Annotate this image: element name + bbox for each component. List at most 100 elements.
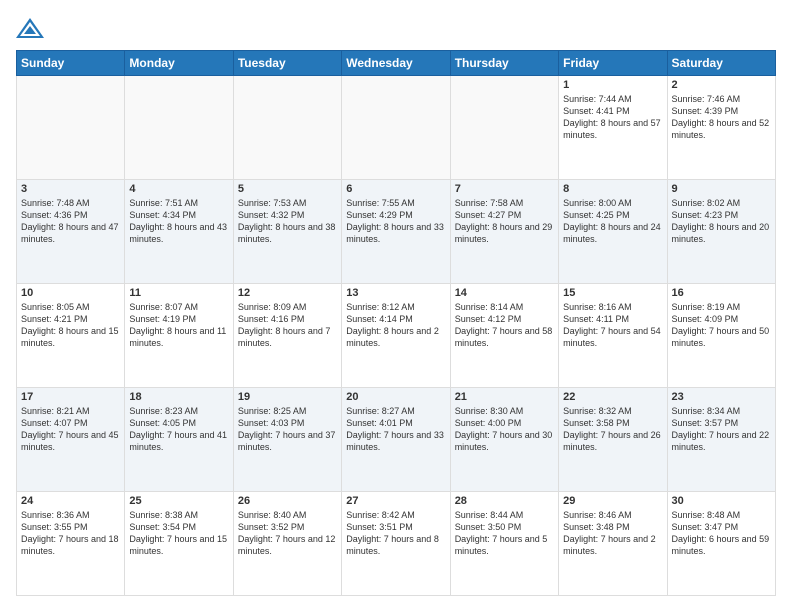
day-number: 16: [672, 287, 771, 299]
calendar-week-row: 24 Sunrise: 8:36 AMSunset: 3:55 PMDayligh…: [17, 492, 776, 596]
calendar-cell: 29 Sunrise: 8:46 AMSunset: 3:48 PMDayligh…: [559, 492, 667, 596]
day-number: 30: [672, 495, 771, 507]
day-number: 4: [129, 183, 228, 195]
calendar-cell: 6 Sunrise: 7:55 AMSunset: 4:29 PMDaylight…: [342, 180, 450, 284]
day-info: Sunrise: 8:38 AMSunset: 3:54 PMDaylight:…: [129, 509, 228, 558]
calendar-cell: 11Sunrise: 8:07 AMSunset: 4:19 PMDayligh…: [125, 284, 233, 388]
day-info: Sunrise: 7:58 AMSunset: 4:27 PMDaylight:…: [455, 197, 554, 246]
day-number: 5: [238, 183, 337, 195]
day-info: Sunrise: 8:16 AMSunset: 4:11 PMDaylight:…: [563, 301, 662, 350]
calendar-cell: 26 Sunrise: 8:40 AMSunset: 3:52 PMDayligh…: [233, 492, 341, 596]
page-header: [16, 16, 776, 40]
day-number: 19: [238, 391, 337, 403]
day-number: 26: [238, 495, 337, 507]
calendar-cell: [17, 76, 125, 180]
calendar-cell: [450, 76, 558, 180]
day-number: 7: [455, 183, 554, 195]
day-info: Sunrise: 8:36 AMSunset: 3:55 PMDaylight:…: [21, 509, 120, 558]
calendar-table: SundayMondayTuesdayWednesdayThursdayFrid…: [16, 50, 776, 596]
calendar-cell: 19 Sunrise: 8:25 AMSunset: 4:03 PMDayligh…: [233, 388, 341, 492]
calendar-cell: 13 Sunrise: 8:12 AMSunset: 4:14 PMDayligh…: [342, 284, 450, 388]
calendar-cell: 15 Sunrise: 8:16 AMSunset: 4:11 PMDayligh…: [559, 284, 667, 388]
day-info: Sunrise: 7:44 AMSunset: 4:41 PMDaylight:…: [563, 93, 662, 142]
day-number: 2: [672, 79, 771, 91]
weekday-header: Saturday: [667, 51, 775, 76]
calendar-week-row: 1 Sunrise: 7:44 AMSunset: 4:41 PMDaylight…: [17, 76, 776, 180]
day-info: Sunrise: 8:09 AMSunset: 4:16 PMDaylight:…: [238, 301, 337, 350]
day-info: Sunrise: 8:30 AMSunset: 4:00 PMDaylight:…: [455, 405, 554, 454]
calendar-cell: 30Sunrise: 8:48 AMSunset: 3:47 PMDayligh…: [667, 492, 775, 596]
day-info: Sunrise: 8:07 AMSunset: 4:19 PMDaylight:…: [129, 301, 228, 350]
day-info: Sunrise: 8:19 AMSunset: 4:09 PMDaylight:…: [672, 301, 771, 350]
logo: [16, 16, 46, 40]
day-info: Sunrise: 8:46 AMSunset: 3:48 PMDaylight:…: [563, 509, 662, 558]
day-number: 29: [563, 495, 662, 507]
day-info: Sunrise: 8:25 AMSunset: 4:03 PMDaylight:…: [238, 405, 337, 454]
day-number: 24: [21, 495, 120, 507]
weekday-header: Wednesday: [342, 51, 450, 76]
day-info: Sunrise: 7:55 AMSunset: 4:29 PMDaylight:…: [346, 197, 445, 246]
day-info: Sunrise: 7:53 AMSunset: 4:32 PMDaylight:…: [238, 197, 337, 246]
day-number: 14: [455, 287, 554, 299]
day-info: Sunrise: 8:23 AMSunset: 4:05 PMDaylight:…: [129, 405, 228, 454]
calendar-cell: 23Sunrise: 8:34 AMSunset: 3:57 PMDayligh…: [667, 388, 775, 492]
weekday-header: Monday: [125, 51, 233, 76]
day-info: Sunrise: 8:05 AMSunset: 4:21 PMDaylight:…: [21, 301, 120, 350]
calendar-cell: 22 Sunrise: 8:32 AMSunset: 3:58 PMDayligh…: [559, 388, 667, 492]
weekday-header: Thursday: [450, 51, 558, 76]
calendar-cell: 1 Sunrise: 7:44 AMSunset: 4:41 PMDaylight…: [559, 76, 667, 180]
calendar-cell: 24 Sunrise: 8:36 AMSunset: 3:55 PMDayligh…: [17, 492, 125, 596]
day-number: 15: [563, 287, 662, 299]
day-number: 13: [346, 287, 445, 299]
day-number: 1: [563, 79, 662, 91]
calendar-cell: 5 Sunrise: 7:53 AMSunset: 4:32 PMDaylight…: [233, 180, 341, 284]
calendar-cell: 4 Sunrise: 7:51 AMSunset: 4:34 PMDaylight…: [125, 180, 233, 284]
calendar-cell: 17Sunrise: 8:21 AMSunset: 4:07 PMDayligh…: [17, 388, 125, 492]
day-info: Sunrise: 8:14 AMSunset: 4:12 PMDaylight:…: [455, 301, 554, 350]
calendar-cell: [125, 76, 233, 180]
calendar-cell: 3 Sunrise: 7:48 AMSunset: 4:36 PMDaylight…: [17, 180, 125, 284]
calendar-cell: [233, 76, 341, 180]
calendar-cell: 16 Sunrise: 8:19 AMSunset: 4:09 PMDayligh…: [667, 284, 775, 388]
day-info: Sunrise: 8:02 AMSunset: 4:23 PMDaylight:…: [672, 197, 771, 246]
day-number: 6: [346, 183, 445, 195]
calendar-week-row: 17Sunrise: 8:21 AMSunset: 4:07 PMDayligh…: [17, 388, 776, 492]
calendar-week-row: 3 Sunrise: 7:48 AMSunset: 4:36 PMDaylight…: [17, 180, 776, 284]
calendar-week-row: 10Sunrise: 8:05 AMSunset: 4:21 PMDayligh…: [17, 284, 776, 388]
calendar-cell: 9Sunrise: 8:02 AMSunset: 4:23 PMDaylight…: [667, 180, 775, 284]
logo-icon: [16, 16, 44, 40]
day-number: 28: [455, 495, 554, 507]
day-number: 17: [21, 391, 120, 403]
day-info: Sunrise: 7:51 AMSunset: 4:34 PMDaylight:…: [129, 197, 228, 246]
day-info: Sunrise: 7:46 AMSunset: 4:39 PMDaylight:…: [672, 93, 771, 142]
calendar-cell: 14 Sunrise: 8:14 AMSunset: 4:12 PMDayligh…: [450, 284, 558, 388]
day-number: 3: [21, 183, 120, 195]
day-info: Sunrise: 8:12 AMSunset: 4:14 PMDaylight:…: [346, 301, 445, 350]
calendar-cell: 20Sunrise: 8:27 AMSunset: 4:01 PMDayligh…: [342, 388, 450, 492]
day-info: Sunrise: 8:44 AMSunset: 3:50 PMDaylight:…: [455, 509, 554, 558]
day-number: 18: [129, 391, 228, 403]
day-info: Sunrise: 8:40 AMSunset: 3:52 PMDaylight:…: [238, 509, 337, 558]
calendar-cell: 12Sunrise: 8:09 AMSunset: 4:16 PMDayligh…: [233, 284, 341, 388]
day-info: Sunrise: 8:32 AMSunset: 3:58 PMDaylight:…: [563, 405, 662, 454]
day-number: 22: [563, 391, 662, 403]
weekday-header: Tuesday: [233, 51, 341, 76]
day-info: Sunrise: 7:48 AMSunset: 4:36 PMDaylight:…: [21, 197, 120, 246]
day-info: Sunrise: 8:27 AMSunset: 4:01 PMDaylight:…: [346, 405, 445, 454]
weekday-header: Friday: [559, 51, 667, 76]
calendar-cell: 7 Sunrise: 7:58 AMSunset: 4:27 PMDaylight…: [450, 180, 558, 284]
calendar-page: SundayMondayTuesdayWednesdayThursdayFrid…: [0, 0, 792, 612]
day-number: 21: [455, 391, 554, 403]
calendar-cell: 18 Sunrise: 8:23 AMSunset: 4:05 PMDayligh…: [125, 388, 233, 492]
day-number: 27: [346, 495, 445, 507]
day-number: 23: [672, 391, 771, 403]
day-info: Sunrise: 8:00 AMSunset: 4:25 PMDaylight:…: [563, 197, 662, 246]
calendar-cell: 28 Sunrise: 8:44 AMSunset: 3:50 PMDayligh…: [450, 492, 558, 596]
weekday-header: Sunday: [17, 51, 125, 76]
day-info: Sunrise: 8:42 AMSunset: 3:51 PMDaylight:…: [346, 509, 445, 558]
calendar-cell: 25 Sunrise: 8:38 AMSunset: 3:54 PMDayligh…: [125, 492, 233, 596]
weekday-header-row: SundayMondayTuesdayWednesdayThursdayFrid…: [17, 51, 776, 76]
calendar-cell: 8Sunrise: 8:00 AMSunset: 4:25 PMDaylight…: [559, 180, 667, 284]
day-number: 25: [129, 495, 228, 507]
calendar-cell: 10Sunrise: 8:05 AMSunset: 4:21 PMDayligh…: [17, 284, 125, 388]
